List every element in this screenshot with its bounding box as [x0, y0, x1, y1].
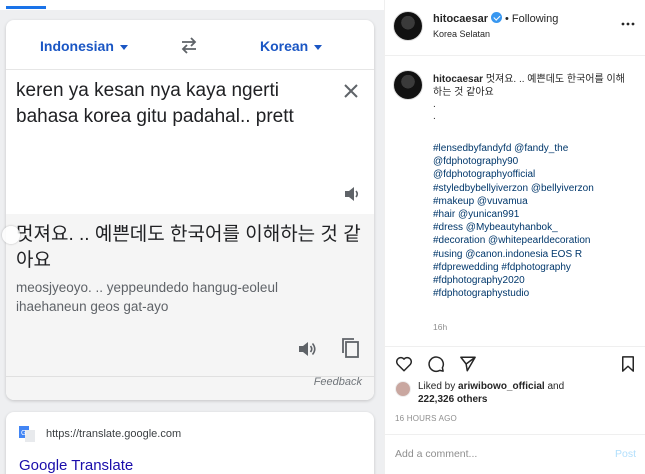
liked-by-prefix: Liked by: [418, 381, 456, 392]
comment-input[interactable]: Add a comment...: [395, 448, 477, 460]
liked-by-and: and: [547, 381, 565, 392]
more-options-icon[interactable]: [621, 17, 635, 31]
listen-source-icon[interactable]: [342, 184, 362, 204]
caption-dot: .: [433, 111, 436, 122]
source-language-label: Indonesian: [40, 38, 114, 54]
translate-card: Indonesian Korean keren ya kesan nya kay…: [6, 20, 374, 400]
header-user-line: hitocaesar • Following: [433, 12, 558, 25]
target-language-select[interactable]: Korean: [260, 38, 323, 54]
translation-text: 멋져요. .. 예쁜데도 한국어를 이해하는 것 같아요: [16, 224, 361, 271]
bookmark-icon[interactable]: [619, 355, 637, 373]
search-result-card[interactable]: G https://translate.google.com Google Tr…: [6, 412, 374, 474]
post-header: hitocaesar • Following Korea Selatan: [385, 0, 645, 56]
hashtag-line[interactable]: #fdphotographystudio: [433, 287, 638, 300]
action-bar: [385, 346, 645, 378]
listen-translation-icon[interactable]: [296, 338, 318, 360]
caption-area: hitocaesar 멋져요. .. 예쁜데도 한국어를 이해하는 것 같아요 …: [385, 56, 645, 346]
caption-age: 16h: [433, 322, 448, 332]
chevron-down-icon: [314, 44, 323, 50]
location-link[interactable]: Korea Selatan: [433, 29, 490, 39]
post-image[interactable]: Indonesian Korean keren ya kesan nya kay…: [0, 0, 384, 474]
post-side-panel: hitocaesar • Following Korea Selatan hitoc…: [384, 0, 645, 474]
carousel-prev-button[interactable]: [2, 226, 20, 244]
result-title-link[interactable]: Google Translate: [19, 457, 133, 474]
hashtag-line[interactable]: #fdphotography2020: [433, 274, 638, 287]
following-button[interactable]: Following: [512, 13, 558, 25]
hashtag-line[interactable]: @fdphotography90: [433, 155, 638, 168]
hashtag-line[interactable]: #using @canon.indonesia EOS R: [433, 248, 638, 261]
copy-icon[interactable]: [340, 336, 362, 360]
result-url: https://translate.google.com: [46, 428, 182, 440]
translation-panel: 멋져요. .. 예쁜데도 한국어를 이해하는 것 같아요 meosjyeoyo.…: [6, 214, 374, 400]
clear-icon[interactable]: [342, 82, 360, 100]
svg-text:G: G: [21, 430, 26, 437]
feedback-link[interactable]: Feedback: [314, 376, 362, 388]
swap-languages-icon[interactable]: [178, 34, 200, 56]
chevron-down-icon: [119, 44, 128, 50]
hashtag-line[interactable]: #dress @Mybeautyhanbok_: [433, 221, 638, 234]
target-language-label: Korean: [260, 38, 309, 54]
caption-dot: .: [433, 99, 436, 110]
comment-icon[interactable]: [427, 355, 445, 373]
heart-icon[interactable]: [395, 355, 413, 373]
caption-hashtags: #lensedbyfandyfd @fandy_the @fdphotograp…: [433, 142, 638, 300]
avatar[interactable]: [393, 11, 423, 41]
active-tab-indicator: [6, 6, 46, 9]
hashtag-line[interactable]: #makeup @vuvamua: [433, 195, 638, 208]
separator: •: [505, 13, 509, 25]
verified-badge-icon: [491, 12, 503, 23]
liked-by-text: Liked by ariwibowo_official and 222,326 …: [418, 380, 638, 406]
avatar[interactable]: [393, 70, 423, 100]
hashtag-line[interactable]: @fdphotographyofficial: [433, 168, 638, 181]
share-icon[interactable]: [459, 355, 477, 373]
romanization-text: meosjyeoyo. .. yeppeundedo hangug-eoleul…: [16, 280, 278, 314]
google-translate-icon: G: [19, 426, 35, 442]
hashtag-line[interactable]: #lensedbyfandyfd @fandy_the: [433, 142, 638, 155]
hashtag-line[interactable]: #fdprewedding #fdphotography: [433, 261, 638, 274]
hashtag-line[interactable]: #hair @yunican991: [433, 208, 638, 221]
username-link[interactable]: hitocaesar: [433, 13, 488, 25]
likes-count-link[interactable]: 222,326 others: [418, 394, 488, 405]
liker-avatar[interactable]: [395, 381, 411, 397]
hashtag-line[interactable]: #decoration @whitepearldecoration: [433, 234, 638, 247]
comment-bar: Add a comment... Post: [385, 434, 645, 474]
google-tabs-strip: [0, 0, 384, 10]
liker-username-link[interactable]: ariwibowo_official: [458, 381, 545, 392]
source-text[interactable]: keren ya kesan nya kaya ngerti bahasa ko…: [16, 78, 326, 130]
source-language-select[interactable]: Indonesian: [40, 38, 128, 54]
caption-username-link[interactable]: hitocaesar: [433, 74, 483, 85]
hashtag-line[interactable]: #styledbybellyiverzon @bellyiverzon: [433, 182, 638, 195]
caption-text: hitocaesar 멋져요. .. 예쁜데도 한국어를 이해하는 것 같아요: [433, 73, 633, 99]
post-timestamp[interactable]: 16 HOURS AGO: [395, 414, 457, 423]
source-panel: keren ya kesan nya kaya ngerti bahasa ko…: [6, 70, 374, 216]
caption-dots: . .: [433, 99, 436, 123]
post-comment-button[interactable]: Post: [615, 448, 636, 460]
language-bar: Indonesian Korean: [6, 20, 374, 70]
